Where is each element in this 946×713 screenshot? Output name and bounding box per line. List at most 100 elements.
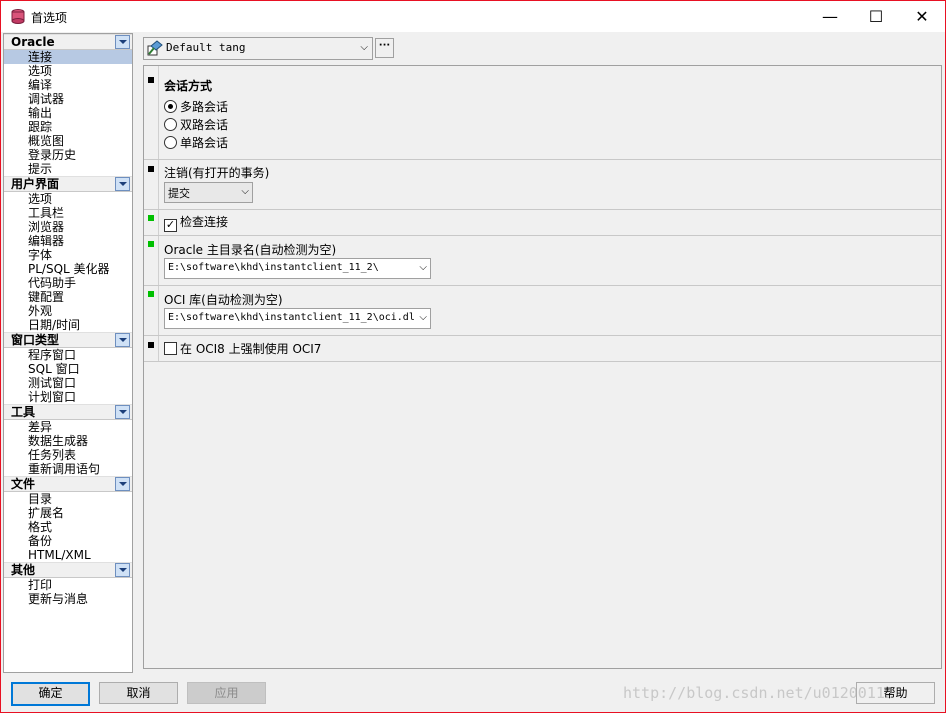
radio-dual-session[interactable]: 双路会话	[164, 117, 228, 133]
preferences-window: 首选项 — ☐ ✕ Oracle 连接 选项 编译 调试器 输出 跟踪 概览图 登录历史 提示 用户…	[0, 0, 946, 713]
collapse-icon[interactable]	[115, 177, 130, 191]
nav-group-title: 用户界面	[11, 177, 60, 191]
nav-item[interactable]: 登录历史	[4, 148, 132, 162]
nav-item[interactable]: HTML/XML	[4, 548, 132, 562]
force-oci7-section: 在 OCI8 上强制使用 OCI7	[144, 336, 941, 362]
radio-single-session[interactable]: 单路会话	[164, 135, 228, 151]
collapse-icon[interactable]	[115, 477, 130, 491]
window-title: 首选项	[31, 11, 68, 25]
database-icon	[11, 9, 25, 24]
collapse-icon[interactable]	[115, 333, 130, 347]
cancel-button[interactable]: 取消	[99, 682, 178, 704]
radio-multi-session[interactable]: 多路会话	[164, 99, 228, 115]
nav-item[interactable]: 数据生成器	[4, 434, 132, 448]
nav-item[interactable]: 概览图	[4, 134, 132, 148]
collapse-icon[interactable]	[115, 35, 130, 49]
nav-item[interactable]: 选项	[4, 192, 132, 206]
oracle-home-section: Oracle 主目录名(自动检测为空) E:\software\khd\inst…	[144, 236, 941, 286]
nav-item[interactable]: 代码助手	[4, 276, 132, 290]
nav-group-header[interactable]: 文件	[4, 476, 132, 492]
nav-item[interactable]: 编译	[4, 78, 132, 92]
nav-item[interactable]: 连接	[4, 50, 132, 64]
checkbox-indicator[interactable]	[164, 342, 177, 355]
help-button[interactable]: 帮助	[856, 682, 935, 704]
nav-group-header[interactable]: 其他	[4, 562, 132, 578]
nav-item[interactable]: 目录	[4, 492, 132, 506]
nav-item[interactable]: 编辑器	[4, 234, 132, 248]
nav-item[interactable]: 任务列表	[4, 448, 132, 462]
nav-group-header[interactable]: 工具	[4, 404, 132, 420]
apply-button[interactable]: 应用	[187, 682, 266, 704]
logoff-label: 注销(有打开的事务)	[164, 166, 270, 180]
section-marker	[148, 241, 154, 247]
session-mode-section: 会话方式 多路会话 双路会话 单路会话	[144, 66, 941, 160]
checkbox-indicator[interactable]: ✓	[164, 219, 177, 232]
nav-group-header[interactable]: 窗口类型	[4, 332, 132, 348]
oci-library-value: E:\software\khd\instantclient_11_2\oci.d…	[168, 312, 415, 323]
nav-item[interactable]: 打印	[4, 578, 132, 592]
nav-item[interactable]: 测试窗口	[4, 376, 132, 390]
nav-item[interactable]: 输出	[4, 106, 132, 120]
oci-library-select[interactable]: E:\software\khd\instantclient_11_2\oci.d…	[164, 308, 431, 329]
profile-more-button[interactable]: ···	[375, 38, 394, 58]
logoff-select[interactable]: 提交 ⌵	[164, 182, 253, 203]
oracle-home-select[interactable]: E:\software\khd\instantclient_11_2\ ⌵	[164, 258, 431, 279]
maximize-button[interactable]: ☐	[853, 1, 899, 32]
nav-item[interactable]: 更新与消息	[4, 592, 132, 606]
radio-indicator[interactable]	[164, 136, 177, 149]
watermark-text: http://blog.csdn.net/u01200112	[623, 684, 894, 702]
section-marker	[148, 77, 154, 83]
nav-item[interactable]: PL/SQL 美化器	[4, 262, 132, 276]
nav-item[interactable]: 提示	[4, 162, 132, 176]
nav-item[interactable]: 程序窗口	[4, 348, 132, 362]
chevron-down-icon: ⌵	[360, 42, 368, 53]
oci-library-label: OCI 库(自动检测为空)	[164, 293, 283, 307]
chevron-down-icon: ⌵	[419, 262, 427, 273]
section-marker	[148, 166, 154, 172]
minimize-button[interactable]: —	[807, 1, 853, 32]
nav-item[interactable]: 差异	[4, 420, 132, 434]
check-connection-checkbox[interactable]: ✓ 检查连接	[164, 214, 228, 232]
profile-select[interactable]: Default tang ⌵	[143, 37, 373, 60]
nav-group-title: 文件	[11, 477, 36, 491]
section-marker	[148, 342, 154, 348]
radio-indicator[interactable]	[164, 100, 177, 113]
preferences-nav: Oracle 连接 选项 编译 调试器 输出 跟踪 概览图 登录历史 提示 用户界面 选项 工具栏 浏览器…	[3, 33, 133, 673]
nav-item[interactable]: 日期/时间	[4, 318, 132, 332]
nav-item[interactable]: 计划窗口	[4, 390, 132, 404]
nav-item[interactable]: 重新调用语句	[4, 462, 132, 476]
nav-item[interactable]: 外观	[4, 304, 132, 318]
section-marker	[148, 291, 154, 297]
nav-item[interactable]: 字体	[4, 248, 132, 262]
close-button[interactable]: ✕	[899, 1, 945, 32]
session-mode-label: 会话方式	[164, 79, 213, 93]
nav-item[interactable]: 备份	[4, 534, 132, 548]
radio-indicator[interactable]	[164, 118, 177, 131]
nav-group: 文件 目录 扩展名 格式 备份 HTML/XML	[4, 476, 132, 562]
chevron-down-icon: ⌵	[241, 186, 249, 197]
nav-group-header[interactable]: 用户界面	[4, 176, 132, 192]
section-marker	[148, 215, 154, 221]
nav-group: 用户界面 选项 工具栏 浏览器 编辑器 字体 PL/SQL 美化器 代码助手 键配置 外观 日期/时…	[4, 176, 132, 332]
ok-button[interactable]: 确定	[11, 682, 90, 706]
nav-group-title: 窗口类型	[11, 333, 60, 347]
nav-group-title: Oracle	[11, 35, 55, 49]
nav-item[interactable]: 键配置	[4, 290, 132, 304]
nav-item[interactable]: SQL 窗口	[4, 362, 132, 376]
force-oci7-checkbox[interactable]: 在 OCI8 上强制使用 OCI7	[164, 341, 321, 357]
nav-item[interactable]: 扩展名	[4, 506, 132, 520]
nav-item[interactable]: 格式	[4, 520, 132, 534]
nav-item[interactable]: 调试器	[4, 92, 132, 106]
nav-item[interactable]: 选项	[4, 64, 132, 78]
logoff-value: 提交	[168, 187, 190, 200]
settings-panel: 会话方式 多路会话 双路会话 单路会话 注销(有打开的事务) 提交 ⌵ ✓ 检查…	[143, 65, 942, 669]
oci-library-section: OCI 库(自动检测为空) E:\software\khd\instantcli…	[144, 286, 941, 336]
collapse-icon[interactable]	[115, 405, 130, 419]
nav-group: 窗口类型 程序窗口 SQL 窗口 测试窗口 计划窗口	[4, 332, 132, 404]
nav-group: 其他 打印 更新与消息	[4, 562, 132, 606]
collapse-icon[interactable]	[115, 563, 130, 577]
nav-item[interactable]: 工具栏	[4, 206, 132, 220]
nav-group-header[interactable]: Oracle	[4, 34, 132, 50]
nav-item[interactable]: 跟踪	[4, 120, 132, 134]
nav-item[interactable]: 浏览器	[4, 220, 132, 234]
